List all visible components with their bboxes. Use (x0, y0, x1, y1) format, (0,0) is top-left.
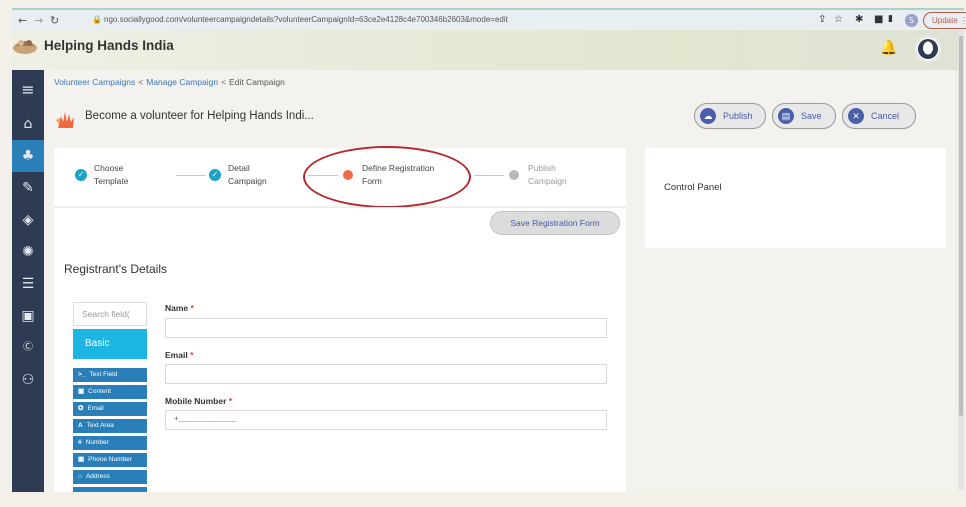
cancel-icon: ✕ (848, 108, 864, 124)
tab-search-icon[interactable]: ■ (874, 14, 883, 25)
forward-arrow-icon[interactable]: → (34, 14, 43, 27)
cancel-button[interactable]: ✕ Cancel (842, 103, 916, 129)
organization-logo-icon (13, 40, 37, 54)
volunteer-hands-icon[interactable]: ♣ (12, 140, 44, 172)
save-button[interactable]: ▤ Save (772, 103, 836, 129)
browser-toolbar: ← → ↻ 🔒 ngo.sociallygood.com/volunteerca… (12, 8, 966, 30)
step-connector (176, 175, 206, 176)
email-label: Email * (165, 350, 194, 360)
page-scrollbar[interactable] (958, 30, 964, 490)
save-icon: ▤ (778, 108, 794, 124)
sidepanel-icon[interactable]: ▮ (888, 14, 893, 24)
name-input[interactable] (165, 318, 607, 338)
profile-avatar[interactable]: S (905, 14, 918, 27)
donation-icon[interactable]: ◈ (12, 204, 44, 236)
extensions-icon[interactable]: ✱ (855, 14, 863, 25)
publish-icon: ☁ (700, 108, 716, 124)
email-input[interactable] (165, 364, 607, 384)
basic-category-tab[interactable]: Basic (73, 329, 147, 359)
update-label: Update (932, 16, 958, 25)
control-panel: Control Panel (645, 148, 946, 248)
csr-icon[interactable]: Ⓒ (12, 332, 44, 364)
breadcrumb: Volunteer Campaigns < Manage Campaign < Edit… (54, 77, 285, 87)
campaign-title: Become a volunteer for Helping Hands Ind… (85, 110, 314, 122)
ngo-icon[interactable]: ▣ (12, 300, 44, 332)
field-type-email[interactable]: ✪ Email (73, 402, 147, 416)
share-icon[interactable]: ⇪ (818, 14, 826, 25)
search-field-input[interactable]: Search field( (73, 302, 147, 326)
brand-name: Helping Hands India (44, 38, 174, 53)
field-type-number[interactable]: # Number (73, 436, 147, 450)
main-content: Volunteer Campaigns < Manage Campaign < Edit… (44, 70, 954, 493)
section-title: Registrant's Details (64, 262, 167, 276)
step-pending-dot-icon (509, 170, 519, 180)
address-bar[interactable]: ngo.sociallygood.com/volunteercampaignde… (104, 15, 508, 24)
control-panel-title: Control Panel (664, 182, 722, 193)
save-registration-form-button[interactable]: Save Registration Form (490, 211, 620, 235)
bookmark-star-icon[interactable]: ☆ (834, 14, 843, 25)
field-type-address[interactable]: ⌂ Address (73, 470, 147, 484)
users-icon[interactable]: ⚇ (12, 364, 44, 396)
publish-label: Publish (723, 111, 753, 121)
name-label: Name * (165, 303, 194, 313)
campaign-hands-icon (56, 112, 74, 128)
menu-hamburger-icon[interactable]: ≡ (12, 74, 44, 106)
mobile-number-input[interactable]: +____________ (165, 410, 607, 430)
annotation-highlight-ellipse (303, 146, 471, 208)
screen: ← → ↻ 🔒 ngo.sociallygood.com/volunteerca… (0, 0, 966, 507)
app-header: Helping Hands India 🔔 (12, 30, 964, 70)
cancel-label: Cancel (871, 111, 900, 121)
breadcrumb-manage-campaign[interactable]: Manage Campaign (146, 77, 218, 87)
step-label: Publish Campaign (528, 163, 567, 186)
step-complete-check-icon: ✓ (209, 169, 221, 181)
field-type-phone-number[interactable]: ▣ Phone Number (73, 453, 147, 467)
mobile-number-label: Mobile Number * (165, 396, 233, 406)
back-arrow-icon[interactable]: ← (18, 14, 27, 27)
field-type-text-area[interactable]: A Text Area (73, 419, 147, 433)
home-icon[interactable]: ⌂ (12, 108, 44, 140)
edit-campaign-icon[interactable]: ✎ (12, 172, 44, 204)
save-label: Save (801, 111, 822, 121)
step-label: Choose Template (94, 163, 129, 186)
breadcrumb-edit-campaign: Edit Campaign (229, 77, 285, 87)
step-complete-check-icon: ✓ (75, 169, 87, 181)
sidebar: ≡ ⌂ ♣ ✎ ◈ ✺ ☰ ▣ Ⓒ ⚇ (12, 70, 44, 492)
notification-bell-icon[interactable]: 🔔 (880, 40, 897, 56)
page-bottom-margin (0, 492, 966, 507)
award-icon[interactable]: ✺ (12, 236, 44, 268)
reload-icon[interactable]: ↻ (50, 14, 59, 27)
form-builder: Save Registration Form Registrant's Deta… (54, 207, 626, 493)
field-type-content[interactable]: ▣ Content (73, 385, 147, 399)
breadcrumb-separator: < (138, 77, 144, 87)
publish-button[interactable]: ☁ Publish (694, 103, 766, 129)
breadcrumb-separator: < (221, 77, 227, 87)
scrollbar-thumb[interactable] (959, 36, 963, 416)
contacts-icon[interactable]: ☰ (12, 268, 44, 300)
user-avatar-icon[interactable] (915, 36, 941, 62)
breadcrumb-volunteer-campaigns[interactable]: Volunteer Campaigns (54, 77, 135, 87)
lock-icon: 🔒 (92, 15, 102, 24)
step-connector (474, 175, 504, 176)
update-button[interactable]: Update ⋮ (923, 12, 966, 29)
field-type-text-field[interactable]: >_ Text Field (73, 368, 147, 382)
